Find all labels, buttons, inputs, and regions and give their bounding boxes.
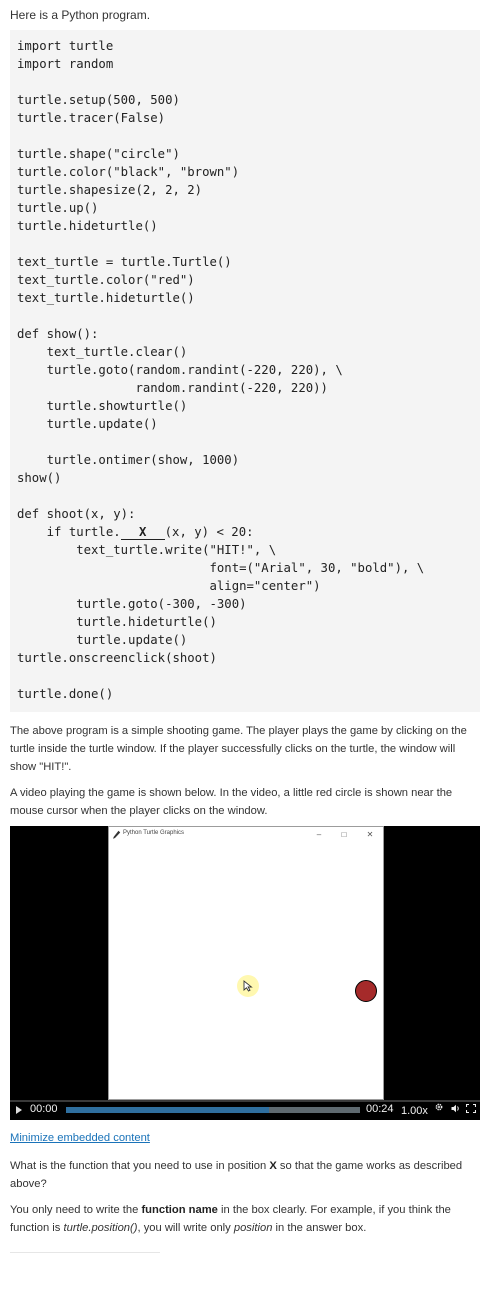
code-line: turtle.ontimer(show, 1000) (17, 453, 240, 467)
question-part-1: What is the function that you need to us… (10, 1160, 270, 1172)
code-line: turtle.goto(random.randint(-220, 220), \ (17, 363, 343, 377)
fullscreen-icon[interactable] (466, 1104, 476, 1113)
code-line: turtle.shape("circle") (17, 147, 180, 161)
code-line-blank: if turtle. X (x, y) < 20: (17, 523, 480, 541)
code-line: def show(): (17, 327, 99, 341)
code-line: random.randint(-220, 220)) (17, 381, 328, 395)
code-after-blank: (x, y) < 20: (164, 525, 254, 539)
code-line: turtle.done() (17, 687, 114, 701)
code-line: text_turtle.clear() (17, 345, 188, 359)
instruction-example-2: position (233, 1222, 273, 1234)
code-line: text_turtle.color("red") (17, 273, 195, 287)
code-line: text_turtle = turtle.Turtle() (17, 255, 232, 269)
code-line: turtle.onscreenclick(shoot) (17, 651, 217, 665)
code-line: import random (17, 57, 114, 71)
minimize-embedded-content-link[interactable]: Minimize embedded content (10, 1132, 150, 1144)
playback-speed-button[interactable]: 1.00x (401, 1105, 428, 1117)
play-icon[interactable] (16, 1106, 22, 1114)
code-line: turtle.goto(-300, -300) (17, 597, 247, 611)
minimize-window-button: – (316, 830, 322, 839)
current-time: 00:00 (30, 1103, 58, 1115)
code-line: turtle.hideturtle() (17, 615, 217, 629)
code-line: text_turtle.hideturtle() (17, 291, 195, 305)
maximize-window-button: □ (341, 830, 347, 839)
cursor-icon (243, 980, 253, 992)
turtle-window: Python Turtle Graphics – □ ✕ (108, 826, 384, 1100)
instruction-bold: function name (141, 1204, 218, 1216)
question-text: What is the function that you need to us… (10, 1157, 480, 1193)
turtle-canvas (109, 844, 383, 1099)
code-line: turtle.color("black", "brown") (17, 165, 240, 179)
turtle-target (355, 980, 377, 1002)
video-controls: 00:00 00:24 1.00x (10, 1100, 480, 1120)
code-block: import turtle import random turtle.setup(5… (10, 30, 480, 712)
blank-x-marker: X (120, 525, 165, 540)
code-line: turtle.tracer(False) (17, 111, 166, 125)
code-line: turtle.setup(500, 500) (17, 93, 180, 107)
code-line: align="center") (17, 579, 321, 593)
answer-box[interactable] (10, 1252, 160, 1253)
code-line: turtle.up() (17, 201, 99, 215)
window-titlebar: Python Turtle Graphics – □ ✕ (109, 827, 383, 844)
instruction-example-1: turtle.position() (63, 1222, 138, 1234)
intro-text: Here is a Python program. (10, 8, 151, 22)
code-line: turtle.update() (17, 417, 158, 431)
code-line: text_turtle.write("HIT!", \ (17, 543, 277, 557)
video-intro-text: A video playing the game is shown below.… (10, 787, 453, 817)
code-line: def shoot(x, y): (17, 507, 136, 521)
control-strip (10, 1100, 480, 1102)
instruction-part-4: in the answer box. (272, 1222, 367, 1234)
instruction-part-3: , you will write only (137, 1222, 234, 1234)
code-line: font=("Arial", 30, "bold"), \ (17, 561, 425, 575)
volume-icon[interactable] (451, 1104, 461, 1113)
progress-bar[interactable] (66, 1107, 360, 1113)
code-before-blank: if turtle. (17, 525, 121, 539)
description-text: The above program is a simple shooting g… (10, 725, 467, 773)
question-x: X (269, 1160, 277, 1172)
code-line: turtle.update() (17, 633, 188, 647)
window-title: Python Turtle Graphics (123, 830, 185, 836)
instruction-text: You only need to write the function name… (10, 1201, 480, 1237)
video-player[interactable]: Python Turtle Graphics – □ ✕ 00:00 00:24… (10, 826, 480, 1120)
code-line: import turtle (17, 39, 114, 53)
code-line: turtle.hideturtle() (17, 219, 158, 233)
pen-icon (113, 830, 121, 839)
code-line: show() (17, 471, 62, 485)
close-window-button: ✕ (366, 830, 374, 839)
gear-icon[interactable] (435, 1103, 443, 1111)
duration-time: 00:24 (366, 1103, 394, 1115)
code-line: turtle.shapesize(2, 2, 2) (17, 183, 203, 197)
code-line: turtle.showturtle() (17, 399, 188, 413)
instruction-part-1: You only need to write the (10, 1204, 142, 1216)
progress-buffer (66, 1107, 269, 1113)
